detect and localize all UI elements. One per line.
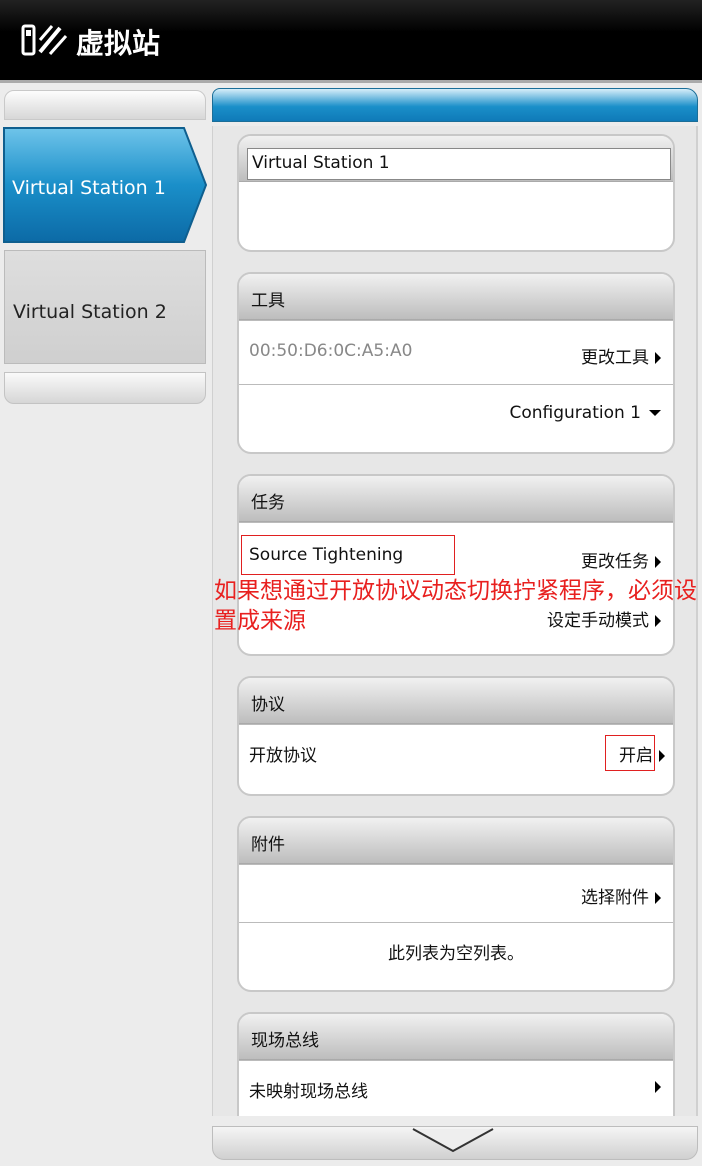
change-task-link[interactable]: 更改任务 bbox=[581, 547, 661, 572]
open-protocol-toggle[interactable]: 开启 bbox=[619, 741, 665, 766]
page-title: 虚拟站 bbox=[76, 27, 161, 60]
fieldbus-panel: 现场总线 未映射现场总线 bbox=[237, 1012, 675, 1116]
chevron-right-icon bbox=[655, 892, 661, 904]
panel-header: 附件 bbox=[239, 818, 673, 864]
open-protocol-value: 开启 bbox=[619, 746, 653, 766]
empty-list-row: 此列表为空列表。 bbox=[239, 922, 673, 982]
chevron-down-icon bbox=[412, 1128, 494, 1153]
main-header-bar bbox=[212, 88, 698, 122]
name-panel: 名称 Virtual Station 1 bbox=[237, 134, 675, 252]
open-protocol-row[interactable]: 开放协议 开启 bbox=[239, 724, 673, 784]
tool-panel: 工具 00:50:D6:0C:A5:A0 更改工具 Configuration … bbox=[237, 272, 675, 454]
panel-header: 工具 bbox=[239, 274, 673, 320]
annotation-text: 如果想通过开放协议动态切换拧紧程序，必须设置成来源 bbox=[214, 578, 697, 634]
panel-header: 任务 bbox=[239, 476, 673, 522]
app-header: 虚拟站 bbox=[0, 0, 702, 80]
chevron-right-icon bbox=[655, 556, 661, 568]
chevron-down-icon bbox=[649, 410, 661, 416]
select-accessories-label: 选择附件 bbox=[581, 888, 649, 908]
configuration-row[interactable]: Configuration 1 bbox=[239, 384, 673, 444]
panel-header: 现场总线 bbox=[239, 1014, 673, 1060]
panel-header: 协议 bbox=[239, 678, 673, 724]
configuration-value: Configuration 1 bbox=[509, 403, 641, 423]
main-scroll-down[interactable] bbox=[212, 1126, 698, 1160]
select-accessories-link[interactable]: 选择附件 bbox=[581, 883, 661, 908]
sidebar-scroll-down[interactable] bbox=[4, 372, 206, 404]
chevron-right-icon bbox=[655, 1081, 661, 1093]
tool-mac-address: 00:50:D6:0C:A5:A0 bbox=[249, 341, 413, 361]
change-tool-link[interactable]: 更改工具 bbox=[581, 343, 661, 368]
sidebar-item-virtual-station-2[interactable]: Virtual Station 2 bbox=[4, 250, 206, 364]
unmapped-fieldbus-label: 未映射现场总线 bbox=[249, 1082, 368, 1102]
sidebar-scroll-up[interactable] bbox=[4, 90, 206, 120]
protocol-panel: 协议 开放协议 开启 bbox=[237, 676, 675, 796]
chevron-right-icon bbox=[655, 352, 661, 364]
empty-list-text: 此列表为空列表。 bbox=[388, 944, 524, 964]
chevron-right-icon bbox=[659, 750, 665, 762]
name-input[interactable]: Virtual Station 1 bbox=[247, 148, 671, 180]
configuration-select[interactable]: Configuration 1 bbox=[509, 403, 661, 423]
sidebar-item-label: Virtual Station 1 bbox=[12, 177, 166, 199]
unmapped-fieldbus-row[interactable]: 未映射现场总线 bbox=[239, 1060, 673, 1116]
header-divider bbox=[0, 80, 702, 83]
accessories-panel: 附件 选择附件 此列表为空列表。 bbox=[237, 816, 675, 992]
task-source: Source Tightening bbox=[249, 545, 404, 565]
tool-row[interactable]: 00:50:D6:0C:A5:A0 更改工具 bbox=[239, 320, 673, 384]
open-protocol-label: 开放协议 bbox=[249, 746, 317, 766]
change-tool-label: 更改工具 bbox=[581, 348, 649, 368]
change-task-label: 更改任务 bbox=[581, 552, 649, 572]
fieldbus-link[interactable] bbox=[649, 1077, 661, 1097]
virtual-station-icon bbox=[21, 24, 68, 56]
sidebar-item-label: Virtual Station 2 bbox=[13, 301, 167, 323]
select-accessories-row[interactable]: 选择附件 bbox=[239, 864, 673, 922]
